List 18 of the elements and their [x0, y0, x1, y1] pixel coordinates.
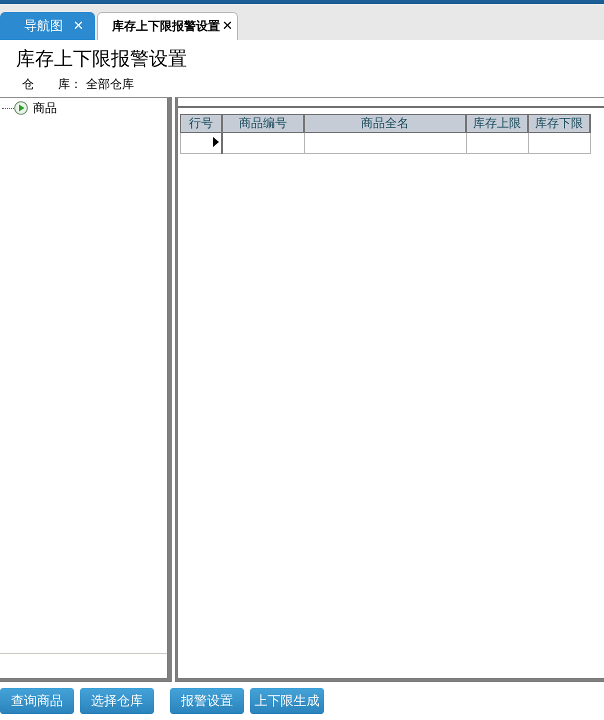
field-label: 仓 库： [22, 76, 82, 92]
column-header: 商品编号 [222, 114, 304, 132]
column-header: 商品全名 [304, 114, 466, 132]
page-title: 库存上下限报警设置 [15, 47, 188, 72]
action-button[interactable]: 报警设置 [170, 688, 244, 714]
column-header: 库存下限 [528, 114, 590, 132]
column-header: 行号 [180, 114, 222, 132]
column-header: 库存上限 [466, 114, 528, 132]
action-button[interactable]: 上下限生成 [250, 688, 324, 714]
tree-item[interactable]: 商品 [0, 98, 167, 116]
expand-icon[interactable] [14, 101, 28, 115]
warehouse-value: 全部仓库 [86, 76, 134, 92]
tab[interactable]: 库存上下限报警设置✕ [97, 12, 238, 40]
close-icon[interactable]: ✕ [73, 18, 84, 34]
tab[interactable]: 导航图 ✕ [0, 12, 95, 40]
action-button[interactable]: 查询商品 [0, 688, 74, 714]
close-icon[interactable]: ✕ [222, 19, 233, 34]
action-button[interactable]: 选择仓库 [80, 688, 154, 714]
